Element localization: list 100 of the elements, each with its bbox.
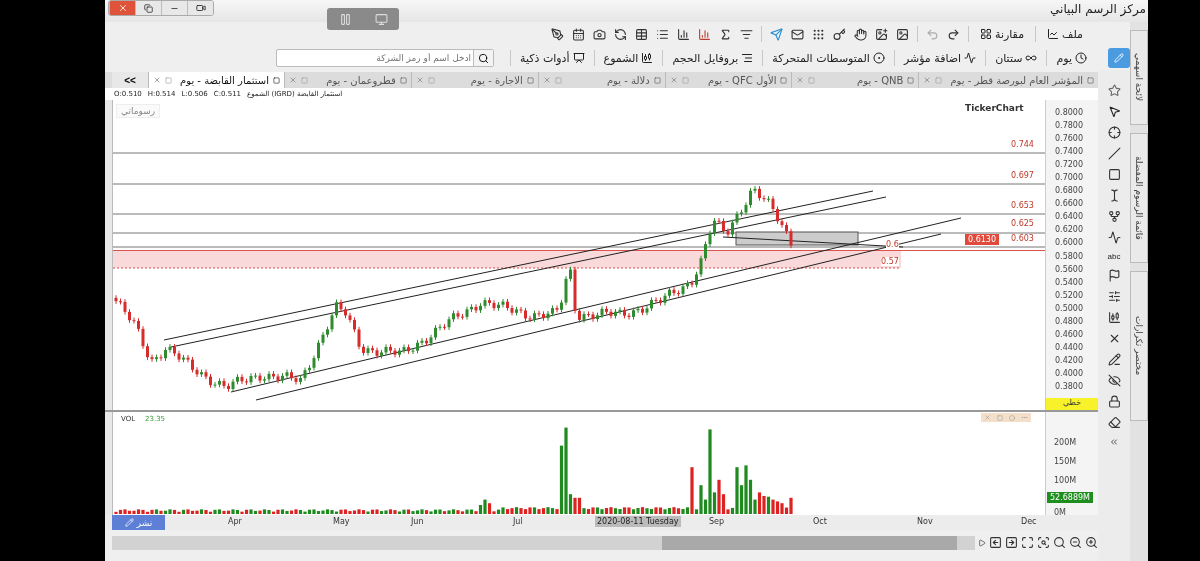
sliders-icon[interactable]: [1107, 290, 1121, 303]
refresh-icon[interactable]: [614, 27, 627, 41]
toolbar-button[interactable]: أدوات ذكية: [517, 48, 588, 68]
toolbar-button[interactable]: المتوسطات المتحركة: [769, 48, 888, 68]
flag-icon[interactable]: [1107, 269, 1121, 282]
candles-icon: [641, 52, 654, 64]
rectangle-icon[interactable]: [1107, 168, 1121, 181]
fit-icon[interactable]: [1021, 536, 1034, 549]
eraser-icon[interactable]: [1107, 416, 1121, 429]
close-button[interactable]: [109, 1, 135, 15]
more-tabs-button[interactable]: >>: [112, 72, 148, 88]
publish-button[interactable]: نشر: [112, 515, 165, 530]
key-icon[interactable]: [833, 27, 846, 41]
last-price-badge: 0.6130: [965, 234, 999, 245]
table-icon[interactable]: [635, 27, 648, 41]
maximize-icon: [935, 76, 943, 84]
price-tick: 0.7800: [1054, 122, 1083, 131]
restore-button[interactable]: [135, 1, 161, 15]
price-tick: 0.3800: [1054, 383, 1083, 391]
price-tick: 0.4400: [1054, 343, 1083, 352]
video-camera-icon: [195, 3, 206, 13]
maximize-icon: [554, 76, 562, 84]
month-label: May: [333, 517, 350, 526]
side-tab[interactable]: قائمة الرسوم المفضلة: [1130, 133, 1148, 263]
toolbar-button[interactable]: اضافة مؤشر: [900, 48, 980, 68]
redo-icon[interactable]: [947, 27, 960, 41]
price-tick: 0.6800: [1054, 187, 1083, 196]
fork-icon[interactable]: [1107, 210, 1121, 223]
maximize-icon: [165, 76, 173, 84]
text-tool[interactable]: abc: [1107, 252, 1121, 261]
brand-logo: TickerChart: [965, 104, 1024, 113]
toolbar-button[interactable]: الشموع: [600, 48, 657, 68]
send-icon[interactable]: [770, 27, 783, 41]
crosshair-icon[interactable]: [1107, 126, 1121, 139]
calendar-icon[interactable]: [572, 27, 585, 41]
grid-dots-icon[interactable]: [812, 27, 825, 41]
pen-icon[interactable]: [551, 27, 564, 41]
maximize-icon: [300, 76, 308, 84]
hand-icon[interactable]: [854, 27, 867, 41]
zoom-area-icon[interactable]: [1037, 536, 1050, 549]
zoom-in-icon[interactable]: [1085, 536, 1098, 549]
record-button[interactable]: [187, 1, 213, 15]
collapse-icon[interactable]: [1109, 437, 1119, 447]
chart-tab[interactable]: استثمار القابضة - يوم: [148, 72, 284, 88]
grid-icon: [980, 28, 992, 40]
price-tick: 0.5000: [1054, 304, 1083, 313]
bar-chart-icon[interactable]: [677, 27, 690, 41]
zoom-reset-icon[interactable]: [1053, 536, 1066, 549]
image-icon[interactable]: [875, 27, 888, 41]
zoom-out-icon[interactable]: [1069, 536, 1082, 549]
close-icon: [669, 76, 678, 84]
level-label: 0.744: [1011, 140, 1034, 149]
camera-icon[interactable]: [593, 27, 606, 41]
pointer-icon[interactable]: [1107, 105, 1121, 118]
compare-button[interactable]: مقارنة: [977, 24, 1028, 44]
close-icon: [796, 76, 805, 84]
search-button[interactable]: [473, 50, 494, 66]
scroll-thumb[interactable]: [662, 535, 957, 550]
side-tab[interactable]: لائحة اسهمي: [1130, 30, 1148, 125]
filter-list-icon[interactable]: [740, 27, 753, 41]
price-tick: 0.7400: [1054, 148, 1083, 157]
level-label: 0.653: [1011, 201, 1034, 210]
circle-icon: [1009, 414, 1015, 421]
tab-icon: [780, 76, 788, 84]
pencil-icon[interactable]: [1107, 353, 1121, 366]
hidden-icon[interactable]: [1107, 374, 1121, 387]
close-icon: [153, 76, 162, 84]
window-title: مركز الرسم البياني: [1050, 1, 1147, 16]
side-tab[interactable]: مختصر تكرارات: [1130, 271, 1148, 421]
chart-color-icon[interactable]: [698, 27, 711, 41]
scroll-left-icon[interactable]: [989, 536, 1002, 549]
play-icon[interactable]: [978, 538, 986, 547]
file-button[interactable]: ملف: [1044, 24, 1086, 44]
month-label: Nov: [917, 517, 933, 526]
image-icon[interactable]: [896, 27, 909, 41]
toolbar-button[interactable]: يوم: [1053, 48, 1090, 68]
star-icon[interactable]: [1107, 84, 1121, 97]
zigzag-icon[interactable]: [1107, 231, 1121, 244]
close-icon: [117, 3, 128, 13]
scale-mode-label[interactable]: خطي: [1046, 398, 1098, 410]
type-icon: [1025, 52, 1038, 64]
lock-icon[interactable]: [1107, 395, 1121, 408]
line-icon[interactable]: [1107, 147, 1121, 160]
last-volume-badge: 52.6889M: [1047, 492, 1093, 503]
price-tick: 0.8000: [1054, 109, 1083, 117]
toolbar-button[interactable]: بروفايل الحجم: [669, 48, 757, 68]
scroll-right-icon[interactable]: [1005, 536, 1018, 549]
list-icon[interactable]: [656, 27, 669, 41]
toolbar-button[interactable]: ستتان: [992, 48, 1041, 68]
volume-tick: 150M: [1054, 457, 1077, 466]
drawings-label[interactable]: رسوماتي: [116, 104, 161, 118]
price-tick: 0.5800: [1054, 252, 1083, 261]
candle-icon[interactable]: [1107, 311, 1121, 324]
volume-tick: 200M: [1054, 438, 1077, 447]
close-icon: [923, 76, 932, 84]
close-icon: [415, 76, 424, 84]
price-tick: 0.7200: [1054, 161, 1083, 170]
sigma-icon[interactable]: [719, 27, 732, 41]
mail-icon[interactable]: [791, 27, 804, 41]
scroll-track[interactable]: [112, 535, 975, 550]
